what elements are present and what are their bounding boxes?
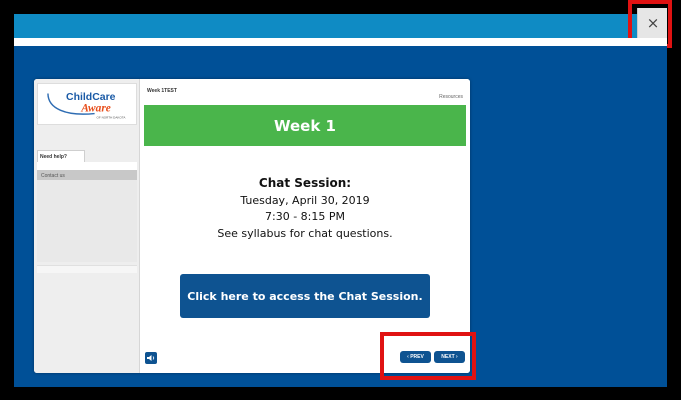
sidebar-divider <box>37 265 137 273</box>
chat-session-heading: Chat Session: <box>258 176 352 190</box>
chat-date: Tuesday, April 30, 2019 <box>240 194 370 207</box>
logo-line1: ChildCare <box>66 92 116 103</box>
week-banner-title: Week 1 <box>274 116 336 135</box>
help-panel <box>37 162 137 170</box>
volume-button[interactable] <box>145 352 157 364</box>
chat-session-link-label: Click here to access the Chat Session. <box>187 289 423 303</box>
chat-time: 7:30 - 8:15 PM <box>265 210 345 223</box>
chat-session-link-button[interactable]: Click here to access the Chat Session. <box>180 274 430 318</box>
contact-us-link[interactable]: Contact us <box>37 170 137 180</box>
resources-link[interactable]: Resources <box>439 94 463 100</box>
speaker-icon <box>147 355 155 361</box>
course-title: Week 1TEST <box>147 88 177 94</box>
player-sidebar: ChildCare Aware OF NORTH DAKOTA Need hel… <box>34 79 140 373</box>
chat-note: See syllabus for chat questions. <box>217 227 393 240</box>
logo-line3: OF NORTH DAKOTA <box>97 115 127 119</box>
nav-highlight-box <box>380 332 476 380</box>
logo-graphic: ChildCare Aware OF NORTH DAKOTA <box>47 92 127 119</box>
sidebar-empty-area <box>37 180 137 262</box>
logo-line2: Aware <box>80 103 111 115</box>
course-player: ChildCare Aware OF NORTH DAKOTA Need hel… <box>34 79 470 373</box>
week-banner: Week 1 <box>144 105 466 146</box>
childcare-aware-logo: ChildCare Aware OF NORTH DAKOTA <box>37 83 137 125</box>
header-divider <box>14 38 667 46</box>
need-help-tab[interactable]: Need help? <box>37 150 85 162</box>
top-bar <box>14 14 667 38</box>
slide-content: Week 1TEST Resources Week 1 Chat Session… <box>142 79 470 373</box>
